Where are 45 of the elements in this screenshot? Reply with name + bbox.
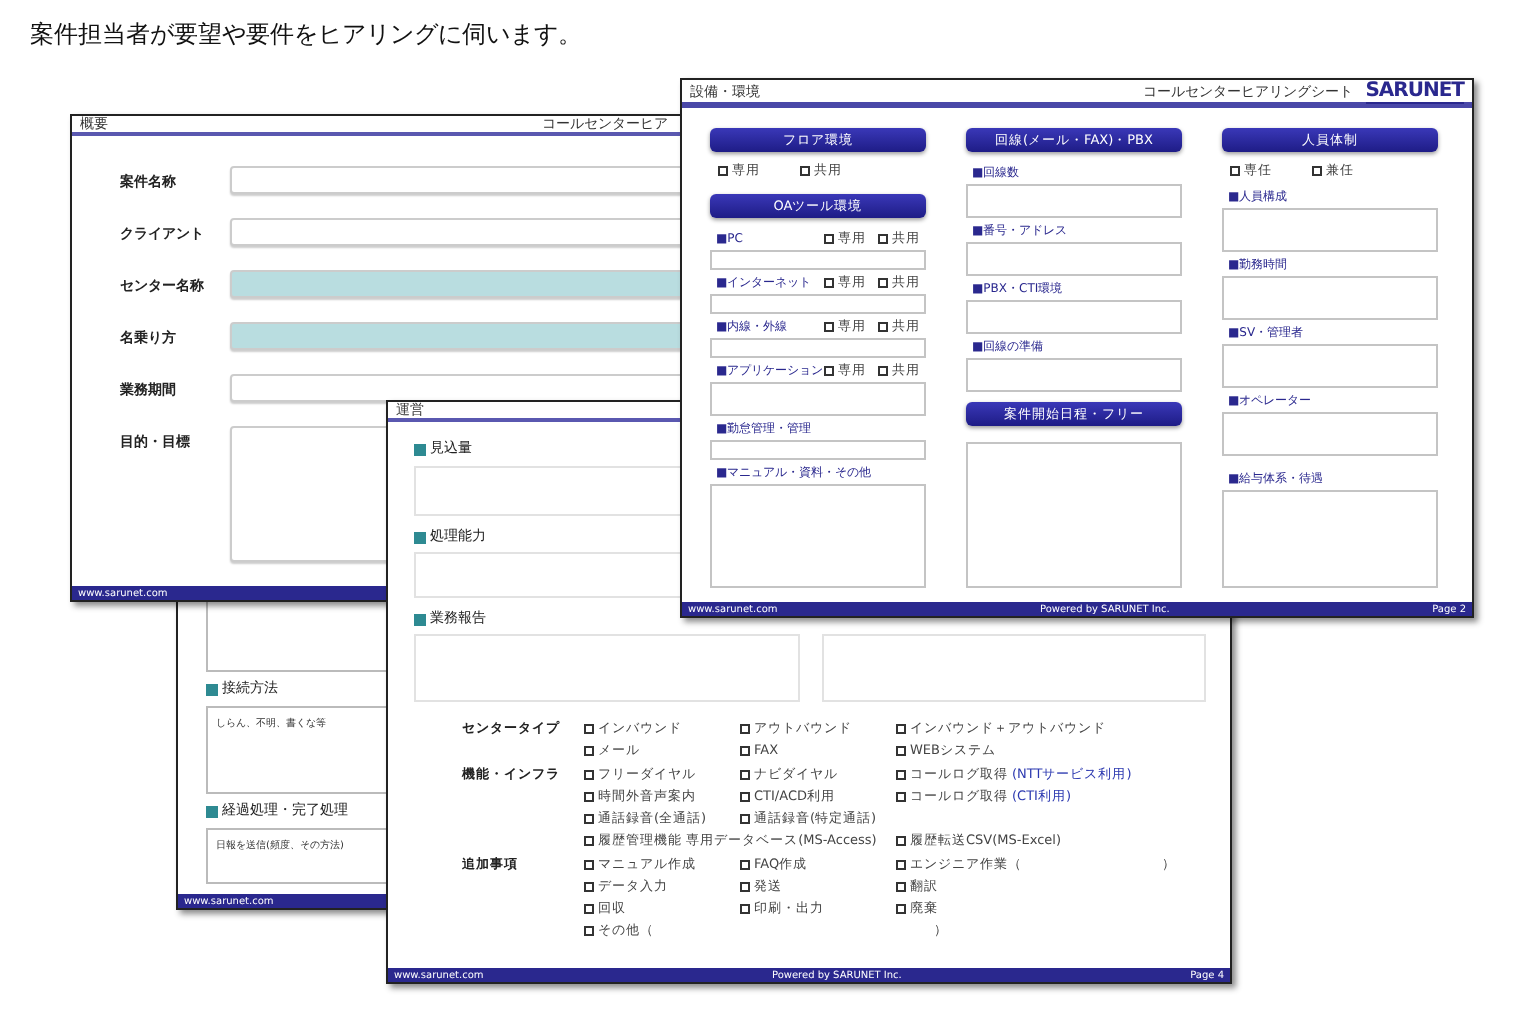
checkbox[interactable] <box>740 745 750 755</box>
page-heading: 案件担当者が要望や要件をヒアリングに伺います。 <box>30 18 582 52</box>
checkbox[interactable] <box>824 366 834 376</box>
checkbox[interactable] <box>896 769 906 779</box>
checkbox[interactable] <box>896 903 906 913</box>
checkbox[interactable] <box>584 881 594 891</box>
square-icon <box>414 613 426 625</box>
checkbox[interactable] <box>718 166 728 176</box>
checkbox[interactable] <box>800 166 810 176</box>
checkbox[interactable] <box>896 791 906 801</box>
checkbox[interactable] <box>878 366 888 376</box>
checkbox[interactable] <box>584 835 594 845</box>
checkbox[interactable] <box>584 769 594 779</box>
checkbox[interactable] <box>740 859 750 869</box>
checkbox[interactable] <box>1230 166 1240 176</box>
checkbox[interactable] <box>878 322 888 332</box>
checkbox[interactable] <box>584 791 594 801</box>
checkbox[interactable] <box>584 859 594 869</box>
checkbox[interactable] <box>878 234 888 244</box>
checkbox[interactable] <box>740 769 750 779</box>
checkbox[interactable] <box>896 745 906 755</box>
checkbox[interactable] <box>896 859 906 869</box>
checkbox[interactable] <box>824 234 834 244</box>
checkbox[interactable] <box>584 745 594 755</box>
checkbox[interactable] <box>740 813 750 823</box>
checkbox[interactable] <box>896 881 906 891</box>
checkbox[interactable] <box>896 723 906 733</box>
checkbox[interactable] <box>740 723 750 733</box>
checkbox[interactable] <box>584 723 594 733</box>
logo: SARUNET <box>1365 80 1464 103</box>
square-icon <box>414 531 426 543</box>
checkbox[interactable] <box>584 813 594 823</box>
checkbox[interactable] <box>584 925 594 935</box>
square-icon <box>206 683 218 695</box>
checkbox[interactable] <box>740 903 750 913</box>
square-icon <box>206 805 218 817</box>
checkbox[interactable] <box>584 903 594 913</box>
checkbox[interactable] <box>878 278 888 288</box>
checkbox[interactable] <box>824 322 834 332</box>
checkbox[interactable] <box>896 835 906 845</box>
checkbox[interactable] <box>740 881 750 891</box>
checkbox[interactable] <box>1312 166 1322 176</box>
checkbox[interactable] <box>824 278 834 288</box>
checkbox[interactable] <box>740 791 750 801</box>
square-icon <box>414 443 426 455</box>
